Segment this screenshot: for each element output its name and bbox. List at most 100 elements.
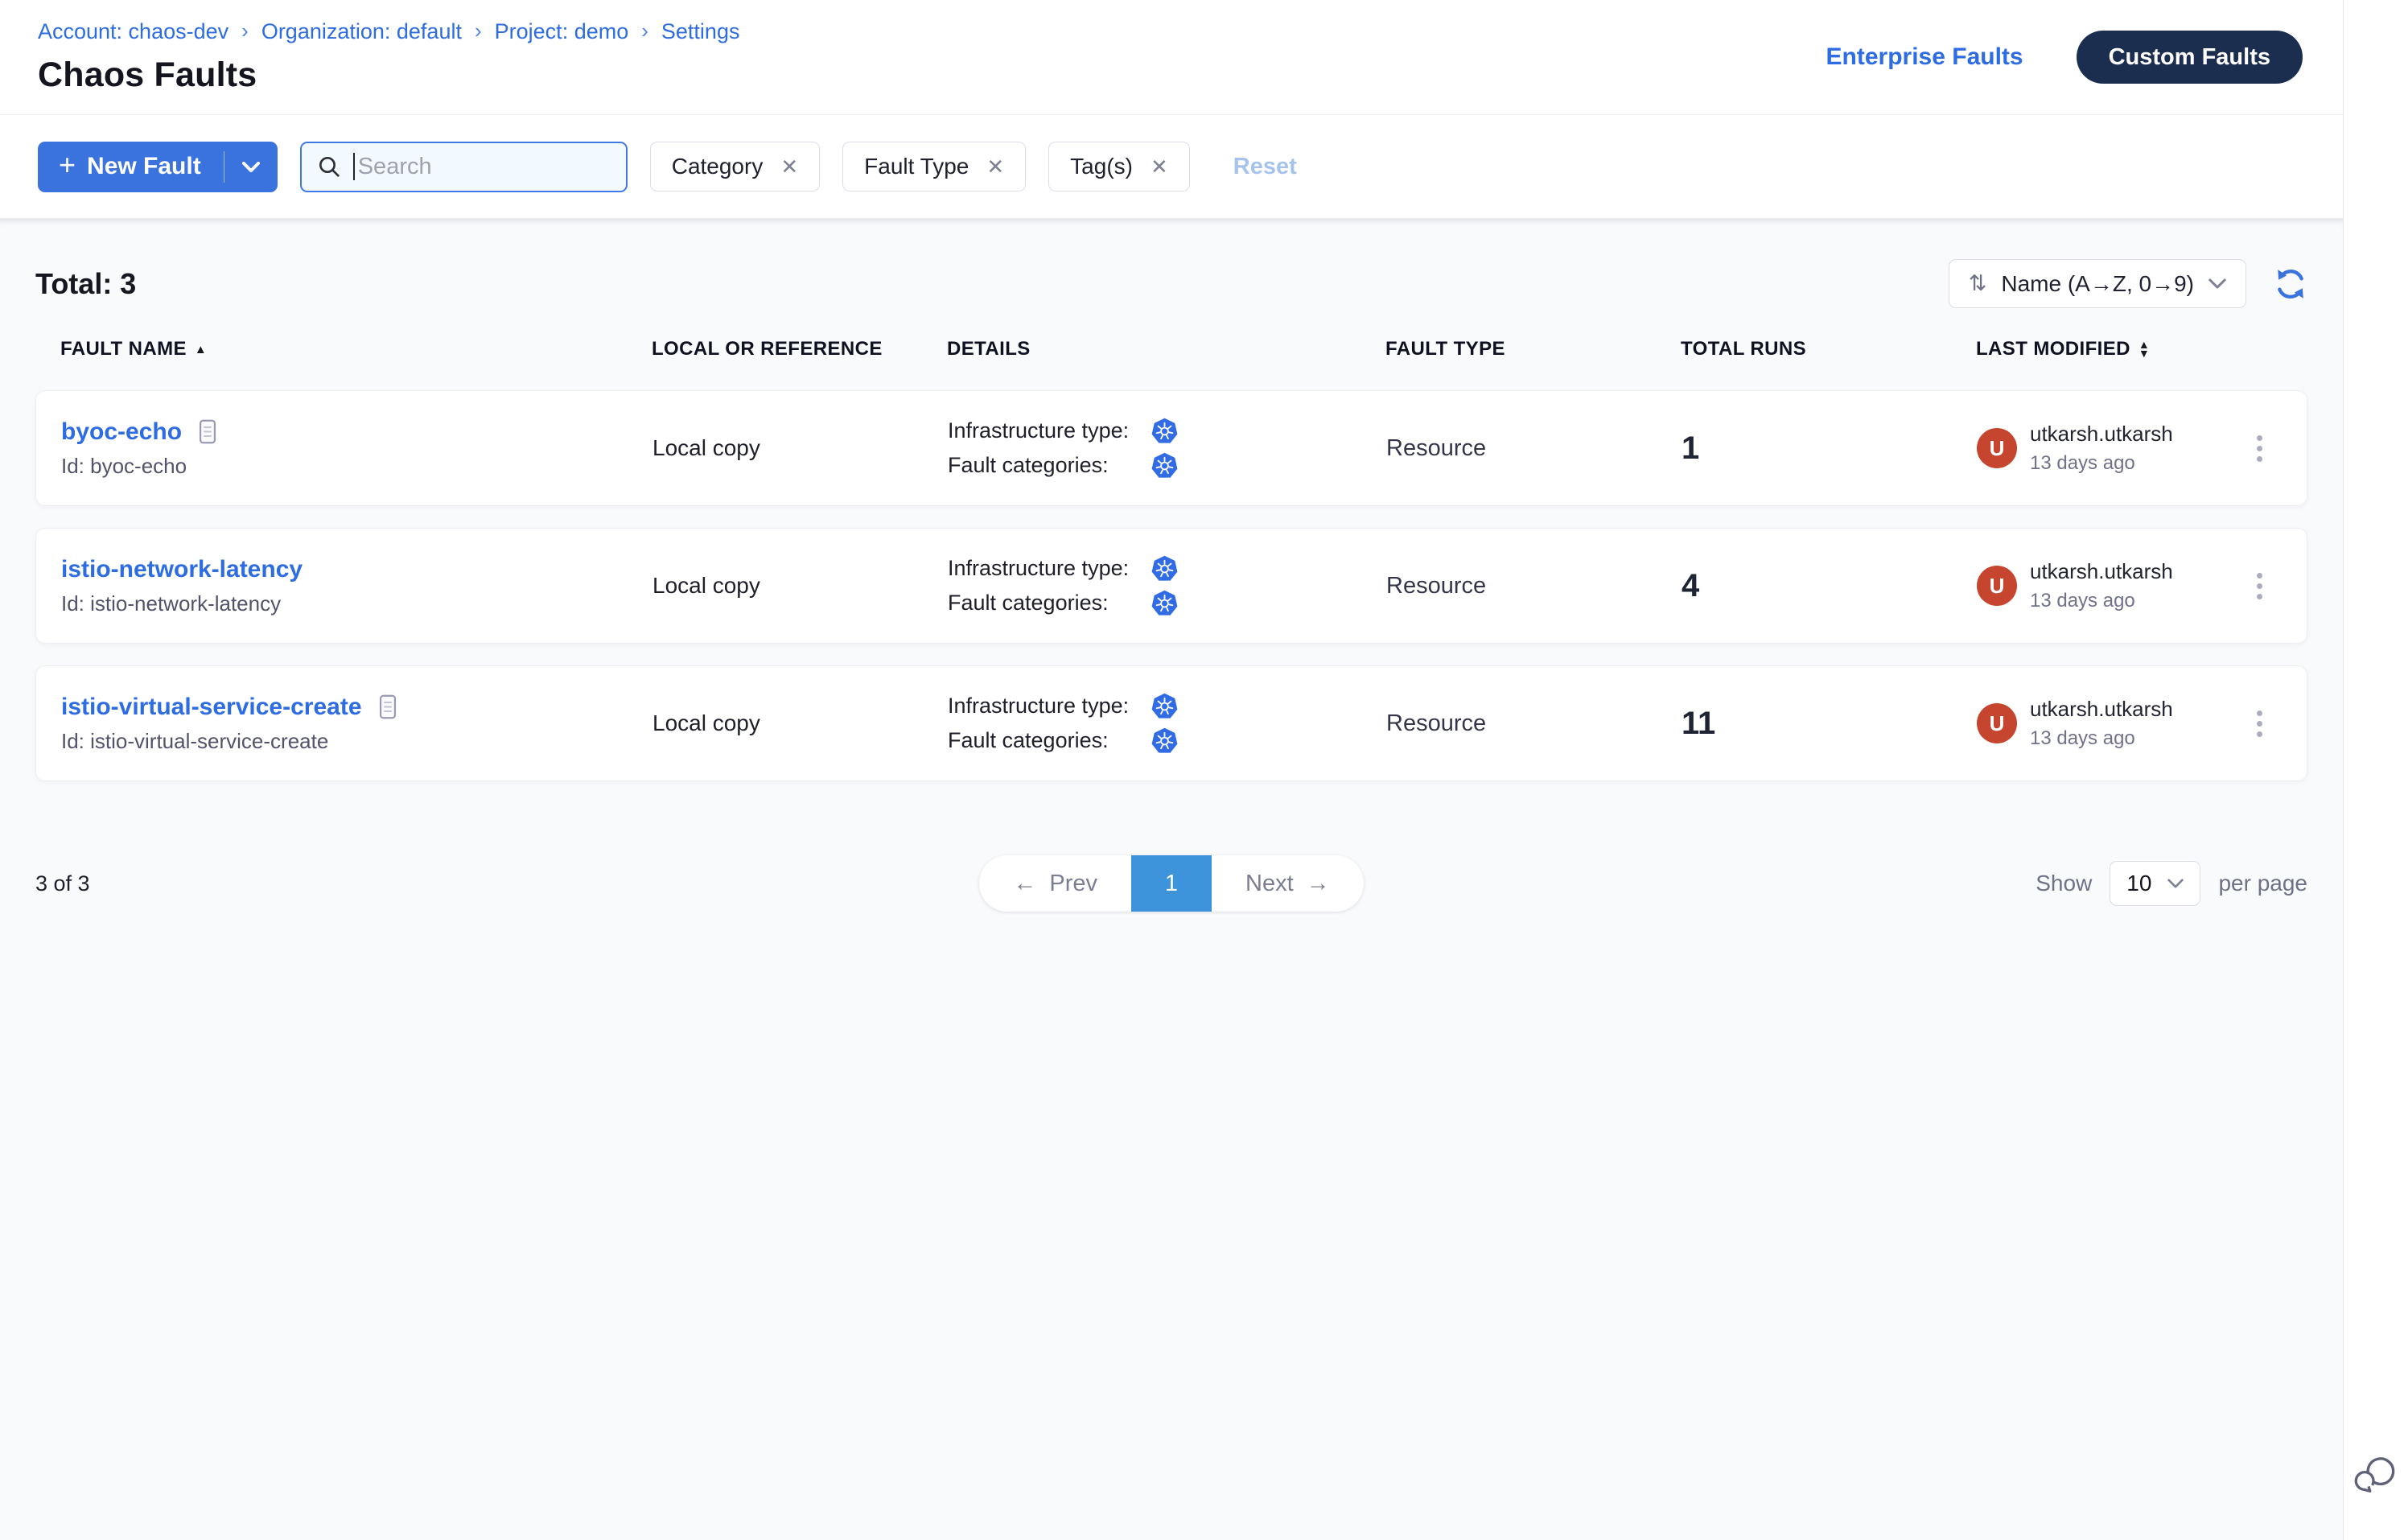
- enterprise-faults-link[interactable]: Enterprise Faults: [1826, 43, 2023, 71]
- fault-row: istio-network-latency Id: istio-network-…: [35, 528, 2307, 644]
- breadcrumb-link-organization[interactable]: Organization: default: [261, 19, 462, 44]
- custom-faults-button[interactable]: Custom Faults: [2077, 31, 2303, 84]
- page-size-controls: Show 10 per page: [1364, 861, 2307, 906]
- fault-categories-label: Fault categories:: [948, 453, 1151, 478]
- header-left: Account: chaos-dev › Organization: defau…: [38, 19, 739, 95]
- column-header-fault-name[interactable]: FAULT NAME ▲: [60, 338, 652, 360]
- modified-time: 13 days ago: [2030, 590, 2173, 612]
- next-page-button[interactable]: Next →: [1212, 855, 1364, 912]
- fault-name-link[interactable]: istio-virtual-service-create: [61, 694, 362, 721]
- remove-filter-icon[interactable]: ✕: [986, 156, 1004, 177]
- page-size-select[interactable]: 10: [2110, 861, 2200, 906]
- fault-id: Id: istio-virtual-service-create: [61, 729, 652, 754]
- local-or-reference-value: Local copy: [652, 710, 948, 736]
- fault-categories-label: Fault categories:: [948, 728, 1151, 753]
- fault-id: Id: istio-network-latency: [61, 591, 652, 616]
- column-label: LAST MODIFIED: [1976, 338, 2130, 360]
- support-chat-button[interactable]: [2352, 1452, 2397, 1500]
- fault-name-cell: byoc-echo Id: byoc-echo: [61, 418, 652, 479]
- breadcrumb-link-project[interactable]: Project: demo: [495, 19, 629, 44]
- column-header-details: DETAILS: [947, 338, 1385, 360]
- app-root: Account: chaos-dev › Organization: defau…: [0, 0, 2404, 1540]
- reset-filters-button[interactable]: Reset: [1233, 154, 1297, 180]
- manifest-doc-icon[interactable]: [196, 418, 219, 445]
- column-label: TOTAL RUNS: [1681, 338, 1806, 360]
- right-rail: [2343, 0, 2404, 1540]
- new-fault-button[interactable]: + New Fault: [38, 142, 224, 192]
- search-icon: [316, 154, 342, 179]
- chevron-down-icon: [2167, 879, 2184, 888]
- kubernetes-icon: [1151, 727, 1179, 755]
- list-header-controls: ⇅ Name (A→Z, 0→9): [1949, 259, 2307, 308]
- infrastructure-type-label: Infrastructure type:: [948, 694, 1151, 719]
- content-area: Total: 3 ⇅ Name (A→Z, 0→9): [0, 219, 2343, 1540]
- total-count: Total: 3: [35, 267, 136, 301]
- local-or-reference-value: Local copy: [652, 435, 948, 461]
- infrastructure-type-label: Infrastructure type:: [948, 418, 1151, 443]
- manifest-doc-icon[interactable]: [377, 694, 399, 720]
- total-runs-value: 11: [1682, 706, 1977, 742]
- fault-name-link[interactable]: istio-network-latency: [61, 556, 303, 583]
- page-range-label: 3 of 3: [35, 871, 90, 896]
- total-runs-value: 1: [1682, 430, 1977, 467]
- table-header-row: FAULT NAME ▲ LOCAL OR REFERENCE DETAILS …: [35, 338, 2307, 360]
- row-menu-button[interactable]: [2249, 427, 2270, 470]
- kebab-icon: [2257, 710, 2262, 716]
- sort-select[interactable]: ⇅ Name (A→Z, 0→9): [1949, 259, 2246, 308]
- prev-page-button[interactable]: ← Prev: [979, 855, 1131, 912]
- pagination: ← Prev 1 Next →: [979, 855, 1363, 912]
- sort-both-icon: ▲▼: [2138, 340, 2150, 358]
- details-cell: Infrastructure type: Fault categories:: [948, 418, 1386, 480]
- arrow-right-icon: →: [1307, 871, 1330, 897]
- modified-by: utkarsh.utkarsh: [2030, 559, 2173, 584]
- total-runs-value: 4: [1682, 568, 1977, 604]
- search-box: [300, 142, 628, 192]
- remove-filter-icon[interactable]: ✕: [780, 156, 798, 177]
- chat-bubbles-icon: [2352, 1452, 2397, 1497]
- avatar: U: [1977, 428, 2017, 468]
- list-header: Total: 3 ⇅ Name (A→Z, 0→9): [35, 259, 2307, 308]
- fault-type-value: Resource: [1386, 710, 1682, 737]
- plus-icon: +: [59, 150, 76, 179]
- details-cell: Infrastructure type: Fault categories:: [948, 555, 1386, 617]
- refresh-icon: [2274, 267, 2307, 301]
- fault-row: byoc-echo Id: byoc-echo Local copy Infra…: [35, 390, 2307, 506]
- details-cell: Infrastructure type: Fault categories:: [948, 693, 1386, 755]
- column-label: FAULT TYPE: [1385, 338, 1505, 360]
- per-page-label: per page: [2218, 871, 2307, 896]
- kubernetes-icon: [1151, 452, 1179, 480]
- remove-filter-icon[interactable]: ✕: [1151, 156, 1168, 177]
- fault-name-link[interactable]: byoc-echo: [61, 418, 182, 446]
- fault-name-cell: istio-virtual-service-create Id: istio-v…: [61, 694, 652, 754]
- show-label: Show: [2036, 871, 2092, 896]
- list-footer: 3 of 3 ← Prev 1 Next → Show: [35, 855, 2307, 912]
- breadcrumb-link-account[interactable]: Account: chaos-dev: [38, 19, 228, 44]
- breadcrumb-link-settings[interactable]: Settings: [661, 19, 740, 44]
- column-header-last-modified[interactable]: LAST MODIFIED ▲▼: [1976, 338, 2241, 360]
- filter-chip-fault-type[interactable]: Fault Type ✕: [842, 142, 1026, 191]
- column-label: FAULT NAME: [60, 338, 187, 360]
- modified-time: 13 days ago: [2030, 452, 2173, 475]
- fault-id: Id: byoc-echo: [61, 454, 652, 479]
- sort-direction-icon: ⇅: [1969, 271, 1987, 296]
- page-header: Account: chaos-dev › Organization: defau…: [0, 0, 2343, 115]
- column-header-total-runs: TOTAL RUNS: [1681, 338, 1976, 360]
- filter-chip-label: Fault Type: [864, 154, 969, 179]
- filter-chip-label: Tag(s): [1070, 154, 1133, 179]
- header-actions: Enterprise Faults Custom Faults: [1826, 31, 2303, 84]
- kubernetes-icon: [1151, 693, 1179, 720]
- text-caret: [353, 153, 355, 180]
- new-fault-dropdown-trigger[interactable]: [224, 142, 278, 192]
- filter-chip-tags[interactable]: Tag(s) ✕: [1048, 142, 1190, 191]
- chevron-down-icon: [2208, 278, 2226, 289]
- fault-list: byoc-echo Id: byoc-echo Local copy Infra…: [35, 390, 2307, 781]
- search-input[interactable]: [358, 154, 611, 180]
- filter-chip-category[interactable]: Category ✕: [650, 142, 820, 191]
- row-menu-button[interactable]: [2249, 565, 2270, 607]
- sort-select-value: Name (A→Z, 0→9): [2001, 271, 2194, 297]
- fault-categories-label: Fault categories:: [948, 591, 1151, 616]
- current-page-button[interactable]: 1: [1131, 855, 1212, 912]
- row-menu-button[interactable]: [2249, 702, 2270, 745]
- breadcrumb-separator-icon: ›: [241, 19, 249, 43]
- refresh-button[interactable]: [2274, 267, 2307, 301]
